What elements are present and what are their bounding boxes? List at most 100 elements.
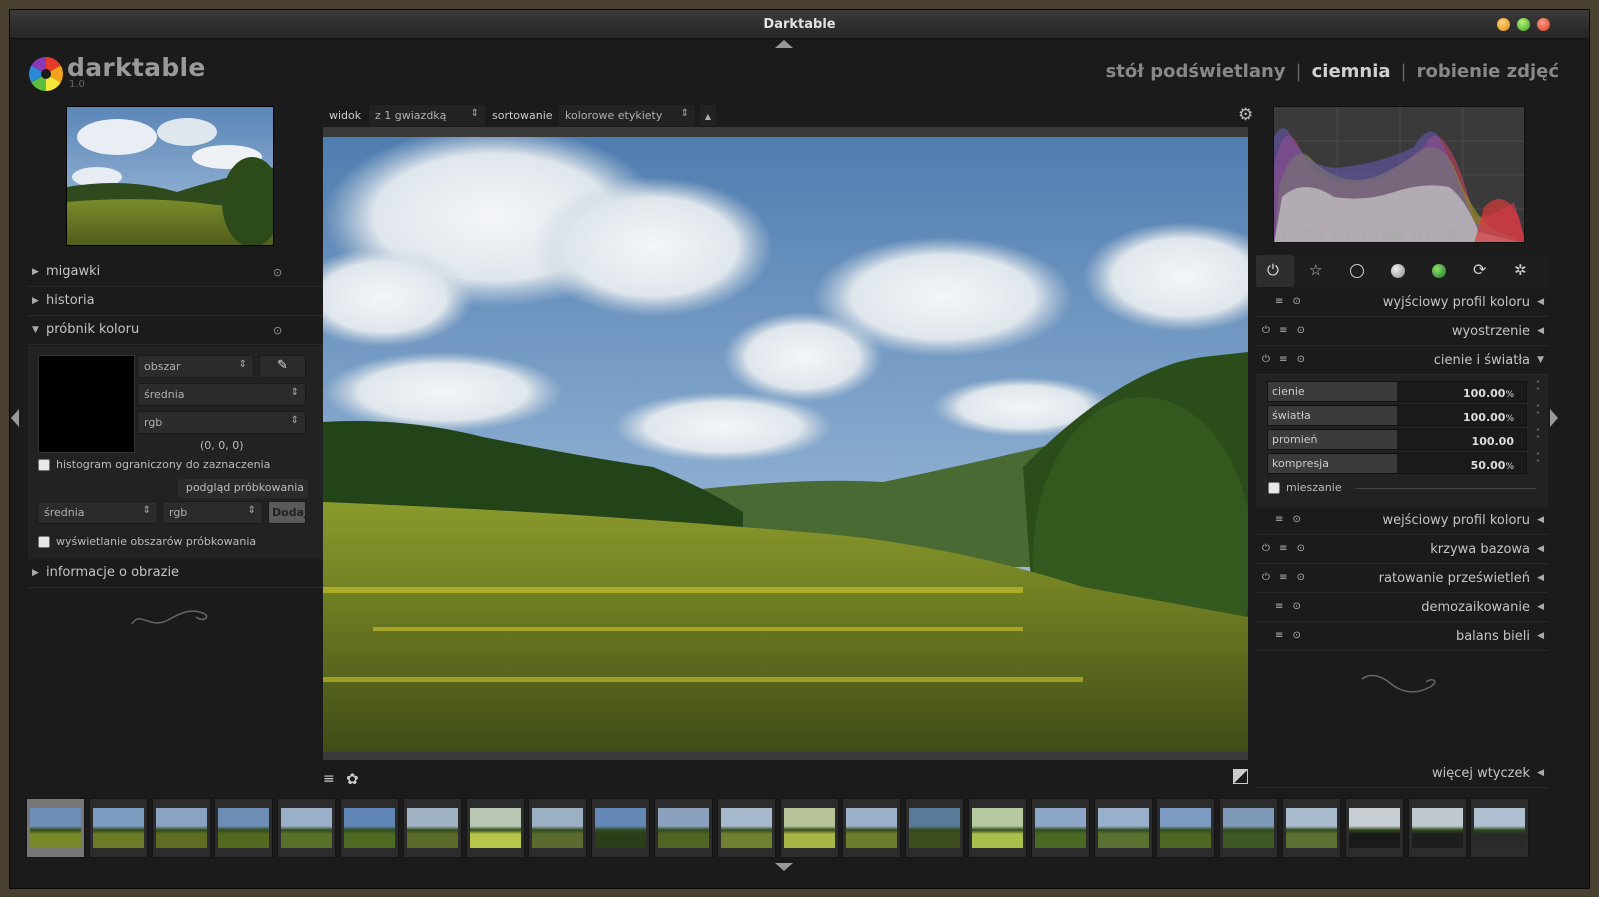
filmstrip-thumbnail[interactable]: [1282, 798, 1341, 858]
window-title: Darktable: [763, 17, 836, 32]
module-highlight-reconstruction[interactable]: ⏻ ≡ ⊙ ratowanie prześwietleń ◀: [1256, 565, 1548, 593]
group-effect-button[interactable]: ✲: [1502, 255, 1540, 287]
filmstrip-thumbnail[interactable]: [1030, 798, 1090, 858]
module-color-picker[interactable]: ▼ próbnik koloru ⊙: [28, 317, 328, 345]
filmstrip-thumbnail[interactable]: [340, 798, 399, 858]
view-lighttable[interactable]: stół podświetlany: [1106, 61, 1286, 82]
group-favorites-button[interactable]: ☆: [1297, 255, 1335, 287]
restrict-histogram-checkbox[interactable]: [38, 459, 50, 471]
presets-menu-icon[interactable]: ≡: [323, 771, 335, 787]
sample-stat-select[interactable]: średnia ⇕: [37, 501, 158, 524]
picker-tool-button[interactable]: ✎: [259, 355, 306, 378]
expand-arrow-icon: ◀: [1537, 326, 1544, 336]
module-name: demozaikowanie: [1421, 600, 1530, 615]
picker-mode-select[interactable]: obszar ⇕: [137, 355, 254, 378]
filmstrip-thumbnail[interactable]: [151, 798, 211, 858]
module-sharpen[interactable]: ⏻ ≡ ⊙ wyostrzenie ◀: [1256, 318, 1548, 346]
filmstrip-thumbnail[interactable]: [1219, 798, 1279, 858]
group-active-button[interactable]: ⏻: [1256, 255, 1294, 287]
filmstrip-thumbnail[interactable]: [842, 798, 902, 858]
styles-icon[interactable]: ✿: [346, 770, 359, 788]
group-color-button[interactable]: [1420, 255, 1458, 287]
histogram[interactable]: 1/1250 f/6.3 16mm iso 200: [1273, 106, 1525, 243]
slider-number: 100.00: [1462, 411, 1506, 424]
picker-colorspace-select[interactable]: rgb ⇕: [137, 411, 306, 434]
filmstrip-thumbnail[interactable]: [1407, 798, 1467, 858]
live-samples-header[interactable]: podgląd próbkowania: [178, 479, 308, 498]
blend-checkbox[interactable]: [1268, 482, 1280, 494]
compress-slider[interactable]: kompresja 50.00% ˄ ˅: [1267, 453, 1540, 474]
group-tone-button[interactable]: [1379, 255, 1417, 287]
module-history[interactable]: ▶ historia: [28, 288, 328, 316]
module-white-balance[interactable]: ≡ ⊙ balans bieli ◀: [1256, 623, 1548, 651]
filmstrip-thumbnail[interactable]: [654, 798, 713, 858]
view-separator: |: [1295, 61, 1302, 82]
filmstrip-thumbnail[interactable]: [26, 798, 85, 858]
bottom-panel-collapse-arrow[interactable]: [775, 863, 793, 871]
expand-arrow-icon: ▶: [32, 296, 39, 306]
sort-order-button[interactable]: ▲: [699, 104, 717, 127]
filmstrip-thumbnail[interactable]: [716, 798, 776, 858]
filmstrip-thumbnail[interactable]: [528, 798, 588, 858]
slider-value: 100.00%: [1463, 411, 1514, 424]
maximize-button[interactable]: [1517, 18, 1530, 31]
spinner-icon: ˄ ˅: [1536, 428, 1540, 444]
view-darkroom[interactable]: ciemnia: [1312, 61, 1391, 82]
module-input-color-profile[interactable]: ≡ ⊙ wejściowy profil koloru ◀: [1256, 507, 1548, 535]
group-correct-button[interactable]: ⟳: [1461, 255, 1499, 287]
slider-unit: %: [1505, 414, 1514, 424]
filmstrip-thumbnail[interactable]: [277, 798, 337, 858]
right-panel-collapse-arrow[interactable]: [1550, 409, 1558, 427]
thumbnail-image: [595, 808, 647, 848]
filmstrip-thumbnail[interactable]: [779, 798, 839, 858]
filmstrip-thumbnail[interactable]: [88, 798, 148, 858]
minimize-button[interactable]: [1497, 18, 1510, 31]
thumbnail-image: [344, 808, 395, 848]
highlights-slider[interactable]: światła 100.00% ˄ ˅: [1267, 405, 1540, 426]
filmstrip-thumbnail[interactable]: [905, 798, 965, 858]
filmstrip-thumbnail[interactable]: [402, 798, 462, 858]
close-button[interactable]: [1537, 18, 1550, 31]
filmstrip-thumbnail[interactable]: [968, 798, 1027, 858]
picker-stat-select[interactable]: średnia ⇕: [137, 383, 306, 406]
updown-icon: ⇕: [247, 505, 256, 516]
navigation-thumbnail[interactable]: [66, 106, 274, 246]
overexposure-toggle-icon[interactable]: [1233, 769, 1248, 784]
display-samples-checkbox[interactable]: [38, 536, 50, 548]
center-image-view[interactable]: [323, 127, 1248, 760]
module-base-curve[interactable]: ⏻ ≡ ⊙ krzywa bazowa ◀: [1256, 536, 1548, 564]
live-samples-label: podgląd próbkowania: [185, 481, 304, 494]
preferences-gear-icon[interactable]: ⚙: [1238, 105, 1253, 125]
sort-select[interactable]: kolorowe etykiety ⇕: [558, 104, 696, 127]
histogram-graph: [1274, 107, 1524, 242]
module-image-information[interactable]: ▶ informacje o obrazie: [28, 560, 328, 588]
more-plugins[interactable]: więcej wtyczek ◀: [1256, 760, 1548, 788]
group-basic-button[interactable]: [1338, 255, 1376, 287]
updown-icon: ⇕: [290, 387, 299, 398]
updown-icon: ⇕: [680, 108, 689, 119]
filmstrip-thumbnail[interactable]: [1344, 798, 1404, 858]
filmstrip-thumbnail[interactable]: [591, 798, 651, 858]
module-output-color-profile[interactable]: ≡ ⊙ wyjściowy profil koloru ◀: [1256, 289, 1548, 317]
picked-color-swatch: [38, 355, 135, 453]
filmstrip-thumbnail[interactable]: [214, 798, 274, 858]
reset-icon[interactable]: ⊙: [273, 266, 282, 279]
reset-icon[interactable]: ⊙: [273, 324, 282, 337]
filmstrip-thumbnail[interactable]: [1470, 798, 1530, 858]
module-snapshots[interactable]: ▶ migawki ⊙: [28, 259, 328, 287]
left-panel-collapse-arrow[interactable]: [11, 409, 19, 427]
module-demosaic[interactable]: ≡ ⊙ demozaikowanie ◀: [1256, 594, 1548, 622]
add-sample-button[interactable]: Dodaj: [268, 501, 308, 524]
radius-slider[interactable]: promień 100.00 ˄ ˅: [1267, 429, 1540, 450]
filmstrip-thumbnail[interactable]: [1156, 798, 1216, 858]
module-icons: ⏻ ≡ ⊙: [1262, 572, 1309, 583]
filmstrip-thumbnail[interactable]: [465, 798, 525, 858]
module-shadows-highlights[interactable]: ⏻ ≡ ⊙ cienie i światła ▼: [1256, 347, 1548, 375]
filmstrip-thumbnail[interactable]: [1093, 798, 1153, 858]
view-filter-select[interactable]: z 1 gwiazdką ⇕: [368, 104, 486, 127]
thumbnail-image: [1286, 808, 1337, 848]
shadows-slider[interactable]: cienie 100.00% ˄ ˅: [1267, 381, 1540, 402]
view-tethering[interactable]: robienie zdjęć: [1417, 61, 1559, 82]
sample-colorspace-select[interactable]: rgb ⇕: [162, 501, 263, 524]
aperture-icon: ✲: [1514, 261, 1527, 279]
